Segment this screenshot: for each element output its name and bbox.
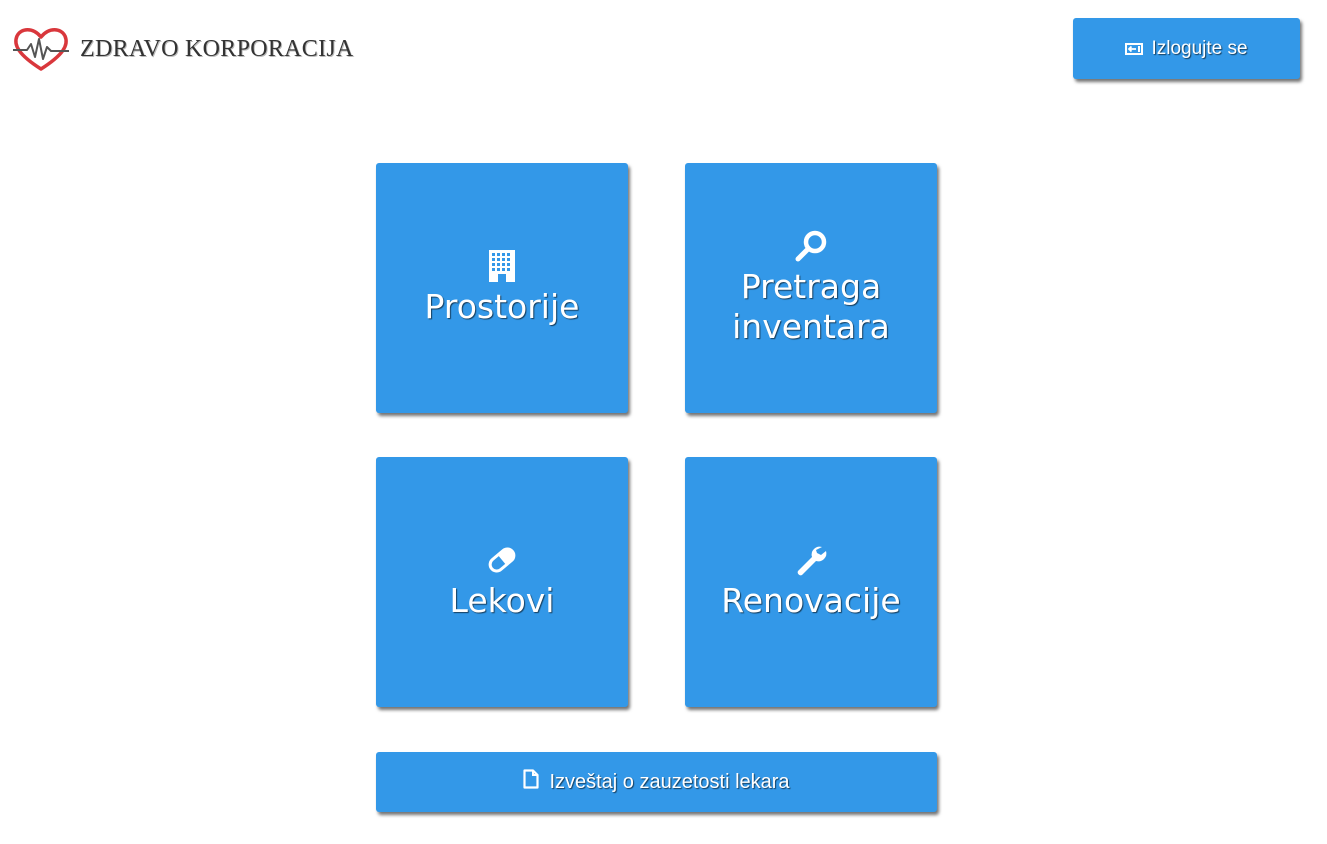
wrench-icon	[794, 543, 828, 577]
pill-icon	[485, 543, 519, 577]
tile-medicines[interactable]: Lekovi	[376, 457, 628, 707]
tile-medicines-label: Lekovi	[449, 580, 555, 620]
logout-icon	[1125, 42, 1144, 55]
page: ZDRAVO KORPORACIJA Izlogujte se Prostori…	[0, 0, 1327, 844]
tile-rooms[interactable]: Prostorije	[376, 163, 628, 413]
document-icon	[523, 769, 540, 795]
tile-renovations[interactable]: Renovacije	[685, 457, 937, 707]
tile-search-label-line1: Pretraga	[740, 266, 882, 306]
brand-name: ZDRAVO KORPORACIJA	[80, 35, 354, 62]
building-icon	[487, 249, 517, 283]
logout-label: Izlogujte se	[1151, 37, 1248, 59]
logout-button[interactable]: Izlogujte se	[1073, 18, 1300, 79]
brand: ZDRAVO KORPORACIJA	[10, 24, 354, 74]
heart-pulse-icon	[10, 24, 72, 74]
tile-rooms-label: Prostorije	[424, 286, 580, 326]
tile-inventory-search[interactable]: Pretraga inventara	[685, 163, 937, 413]
tile-search-label-line2: inventara	[732, 307, 890, 346]
search-icon	[794, 229, 828, 263]
report-label: Izveštaj o zauzetosti lekara	[549, 770, 790, 793]
tile-renovations-label: Renovacije	[721, 580, 901, 620]
doctor-occupancy-report-button[interactable]: Izveštaj o zauzetosti lekara	[376, 752, 937, 812]
